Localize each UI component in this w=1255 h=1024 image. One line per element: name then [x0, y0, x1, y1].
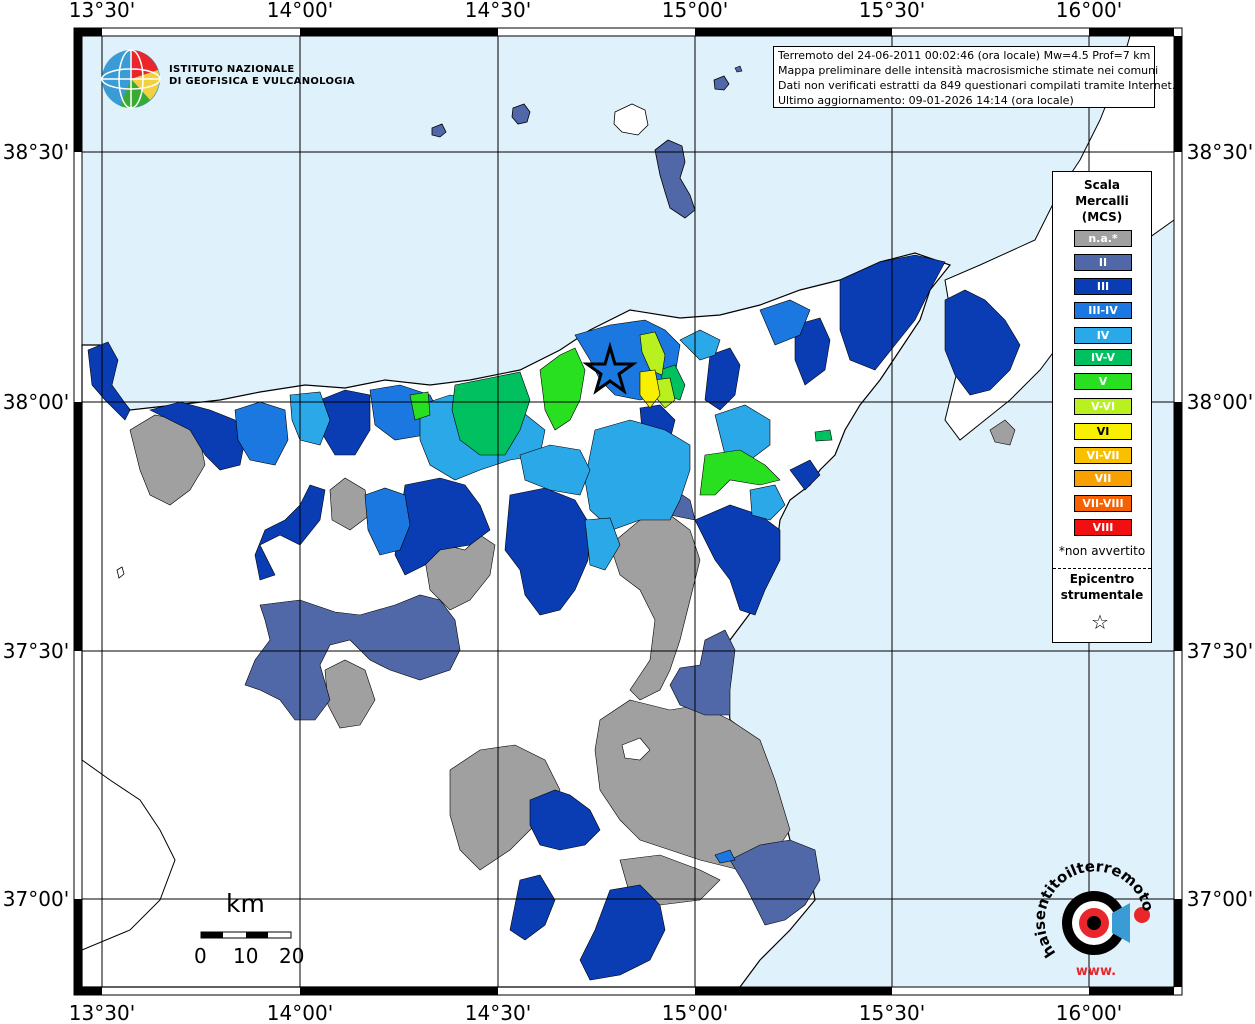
lon-top-3: 15°00' [662, 0, 728, 22]
legend-epicenter-line2: strumentale [1060, 588, 1144, 602]
legend-title-line3: (MCS) [1081, 210, 1123, 224]
haisentitoilterremoto-logo: haisentitoilterremoto.it www. [1034, 853, 1158, 979]
legend-swatch-na: n.a.* [1074, 230, 1132, 247]
lat-left-1: 38°00' [3, 390, 69, 414]
lat-right-1: 38°00' [1187, 390, 1253, 414]
legend-star-icon: ☆ [1091, 610, 1109, 634]
ingv-name: ISTITUTO NAZIONALE DI GEOFISICA E VULCAN… [169, 64, 355, 88]
legend-title-line1: Scala [1083, 178, 1121, 192]
legend-swatch-vi-vii: VI-VII [1074, 447, 1132, 464]
ingv-logo [100, 48, 162, 114]
scale-tick-20: 20 [279, 944, 305, 968]
lat-right-2: 37°30' [1187, 639, 1253, 663]
legend-title-line2: Mercalli [1075, 194, 1129, 208]
scale-tick-10: 10 [233, 944, 259, 968]
lat-left-0: 38°30' [3, 140, 69, 164]
legend-swatch-vii: VII [1074, 470, 1132, 487]
lon-bottom-1: 14°00' [267, 1001, 333, 1024]
lat-right-3: 37°00' [1187, 887, 1253, 911]
legend-separator [1053, 568, 1151, 569]
globe-icon [101, 49, 161, 109]
ingv-line2: DI GEOFISICA E VULCANOLOGIA [169, 76, 355, 87]
legend-title: Scala Mercalli (MCS) [1053, 177, 1151, 225]
info-line3: Dati non verificati estratti da 849 ques… [778, 79, 1176, 92]
watermark-url: www. [1076, 964, 1116, 979]
legend-swatch-iii: III [1074, 278, 1132, 295]
lon-bottom-5: 16°00' [1056, 1001, 1122, 1024]
info-line1: Terremoto del 24-06-2011 00:02:46 (ora l… [778, 49, 1151, 62]
longitude-labels-bottom: 13°30' 14°00' 14°30' 15°00' 15°30' 16°00… [69, 1001, 1122, 1024]
ingv-line1: ISTITUTO NAZIONALE [169, 64, 295, 75]
legend-swatch-v-vi: V-VI [1074, 398, 1132, 415]
legend-swatch-vi: VI [1074, 423, 1132, 440]
legend-swatch-iv: IV [1074, 327, 1132, 344]
lat-left-2: 37°30' [3, 639, 69, 663]
lon-top-0: 13°30' [69, 0, 135, 22]
lon-bottom-0: 13°30' [69, 1001, 135, 1024]
scale-tick-0: 0 [194, 944, 207, 968]
region-iv-v-2 [814, 429, 833, 442]
latitude-labels-left: 38°30' 38°00' 37°30' 37°00' [3, 140, 69, 911]
lon-bottom-4: 15°30' [859, 1001, 925, 1024]
lon-bottom-2: 14°30' [465, 1001, 531, 1024]
lon-top-4: 15°30' [859, 0, 925, 22]
legend-epicenter-label: Epicentro strumentale [1053, 571, 1151, 603]
legend-swatch-vii-viii: VII-VIII [1074, 495, 1132, 512]
legend-swatch-iii-iv: III-IV [1074, 302, 1132, 319]
legend-note: *non avvertito [1058, 544, 1146, 558]
latitude-labels-right: 38°30' 38°00' 37°30' 37°00' [1187, 140, 1253, 911]
lon-bottom-3: 15°00' [662, 1001, 728, 1024]
legend-swatch-ii: II [1074, 254, 1132, 271]
info-line2: Mappa preliminare delle intensità macros… [778, 64, 1159, 77]
legend-epicenter-line1: Epicentro [1069, 572, 1135, 586]
lon-top-2: 14°30' [465, 0, 531, 22]
longitude-labels-top: 13°30' 14°00' 14°30' 15°00' 15°30' 16°00… [69, 0, 1122, 22]
legend-swatch-v: V [1074, 373, 1132, 390]
scale-unit: km [226, 889, 265, 918]
lat-right-0: 38°30' [1187, 140, 1253, 164]
lat-left-3: 37°00' [3, 887, 69, 911]
lon-top-1: 14°00' [267, 0, 333, 22]
scale-bar [200, 931, 292, 939]
earthquake-info-box: Terremoto del 24-06-2011 00:02:46 (ora l… [773, 46, 1176, 108]
info-line4: Ultimo aggiornamento: 09-01-2026 14:14 (… [778, 94, 1074, 107]
mcs-legend: Scala Mercalli (MCS) n.a.* II III III-IV… [1052, 171, 1152, 643]
legend-swatch-viii: VIII [1074, 519, 1132, 536]
legend-swatch-iv-v: IV-V [1074, 349, 1132, 366]
lon-top-5: 16°00' [1056, 0, 1122, 22]
